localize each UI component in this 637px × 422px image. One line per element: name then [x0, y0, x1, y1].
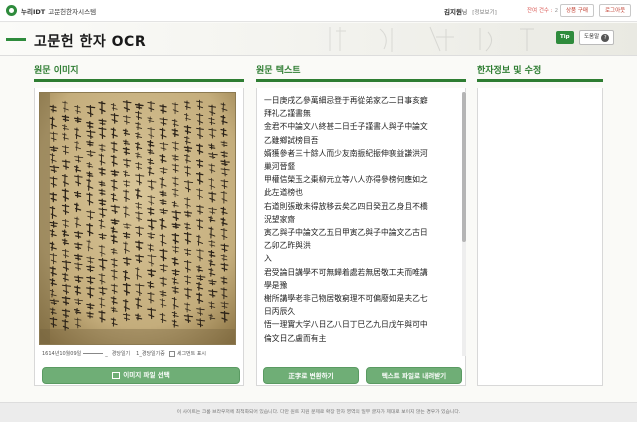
remaining-count: 잔여 건수 :2 — [527, 6, 558, 14]
segment-checkbox-label: 세그먼트 표시 — [176, 351, 207, 357]
caption-sep: _ — [105, 350, 108, 357]
tip-button[interactable]: Tip — [556, 31, 574, 44]
ocr-line[interactable]: 日丙辰久 — [264, 305, 460, 318]
ocr-line[interactable]: 乙卯乙昨與洪 — [264, 239, 460, 252]
text-column-bar — [256, 79, 466, 82]
select-image-file-button[interactable]: 이미지 파일 선택 — [42, 367, 240, 384]
info-column-bar — [477, 79, 603, 82]
image-column-heading: 원문 이미지 — [34, 66, 79, 76]
text-column-header: 원문 텍스트 — [256, 63, 466, 82]
download-text-file-button[interactable]: 텍스트 파일로 내려받기 — [366, 367, 462, 384]
ocr-scrollbar[interactable] — [462, 92, 466, 356]
user-info: 김지원님 [정보보기] — [444, 6, 497, 16]
image-column-header: 원문 이미지 — [34, 63, 244, 82]
help-button-label: 도움말 — [584, 34, 600, 40]
info-column-header: 한자정보 및 수정 — [477, 63, 603, 82]
ocr-line[interactable]: 巢河晉韰 — [264, 160, 460, 173]
select-image-file-label: 이미지 파일 선택 — [123, 371, 170, 379]
image-column-bar — [34, 79, 244, 82]
site-logo[interactable]: 누리IDT 고문헌한자시스템 — [6, 5, 96, 16]
text-column-heading: 원문 텍스트 — [256, 66, 301, 76]
user-info-link[interactable]: [정보보기] — [472, 10, 497, 16]
caption-volume: 1_경당일기증 — [136, 351, 165, 357]
image-icon — [112, 372, 121, 379]
caption-blank — [83, 353, 104, 354]
logout-button[interactable]: 로그아웃 — [599, 4, 632, 17]
ocr-line[interactable]: 右道則張敢未得放移云矣乙四日癸丑乙身且不橋 — [264, 200, 460, 213]
title-bar: 고문헌 한자 OCR Tip 도움말 ? — [0, 23, 637, 56]
ocr-scrollbar-thumb[interactable] — [462, 92, 466, 242]
manuscript-image[interactable] — [39, 92, 236, 345]
caption-date: 1614년10월09일 — [42, 351, 82, 357]
question-icon: ? — [601, 33, 610, 42]
ocr-line[interactable]: 入 — [264, 252, 460, 265]
page-title: 고문헌 한자 OCR — [34, 34, 147, 50]
ocr-line[interactable]: 婿獲參者三十餘人而少友南振紀振伸裵益謙洪河 — [264, 147, 460, 160]
ocr-line[interactable]: 悟一理實大学八日乙八日丁巳乙九日戊午與可中 — [264, 318, 460, 331]
title-accent-bar — [6, 38, 26, 41]
ocr-line[interactable]: 學是豫 — [264, 279, 460, 292]
manuscript-drawing — [40, 93, 235, 344]
footer-notice: 이 사이트는 크롬 브라우저에 최적화되어 있습니다. 다만 원트 지원 문제로… — [0, 402, 637, 422]
ocr-line[interactable]: 金君不中論文八終甚二日壬子謹書人與子中論文 — [264, 120, 460, 133]
info-column-heading: 한자정보 및 수정 — [477, 66, 542, 76]
system-name: 고문헌한자시스템 — [48, 7, 97, 16]
hanja-info-panel — [477, 88, 603, 386]
convert-standard-char-button[interactable]: 正字로 변환하기 — [263, 367, 359, 384]
user-name: 김지원 — [444, 8, 462, 16]
brand-name: 누리IDT — [21, 7, 46, 16]
remaining-count-value: 2 — [554, 8, 559, 14]
remaining-count-label: 잔여 건수 : — [527, 8, 553, 14]
help-button[interactable]: 도움말 ? — [579, 30, 615, 45]
segment-checkbox[interactable] — [168, 350, 175, 357]
ocr-line[interactable]: 拜礼乙謹書無 — [264, 107, 460, 120]
ocr-line[interactable]: 甲權信榮玉之棗柳元立等八人亦得參榜何應如之 — [264, 173, 460, 186]
ocr-line[interactable]: 況望家齋 — [264, 213, 460, 226]
ocr-line[interactable]: 榭所講學老非己物居敬窮理不可偏廢如是夫乙七 — [264, 292, 460, 305]
ocr-line[interactable]: 寅乙與子中論文乙五日甲寅乙與子中論文乙古日 — [264, 226, 460, 239]
buy-product-button[interactable]: 상품 구매 — [560, 4, 594, 17]
user-suffix: 님 — [461, 10, 468, 16]
ocr-line[interactable]: 倫文日乙盧而有主 — [264, 332, 460, 345]
logo-icon — [6, 5, 17, 16]
image-caption: 1614년10월09일 _ 경당일기 1_경당일기증 세그먼트 표시 — [42, 350, 242, 357]
ocr-text-area[interactable]: 一日庚戌乙參萬細忌登于再從弟家乙二日事亥癖 拜礼乙謹書無 金君不中論文八終甚二日壬子… — [264, 94, 460, 356]
ocr-line[interactable]: 一日庚戌乙參萬細忌登于再從弟家乙二日事亥癖 — [264, 94, 460, 107]
ocr-line[interactable]: 乙雖鄉試榜目吾 — [264, 134, 460, 147]
top-bar: 누리IDT 고문헌한자시스템 김지원님 [정보보기] 잔여 건수 :2 상품 구… — [0, 0, 637, 22]
caption-title: 경당일기 — [111, 351, 131, 357]
ocr-line[interactable]: 君受論日講學不可無歸着處若無居敬工夫而唯講 — [264, 266, 460, 279]
ocr-line[interactable]: 此左道榜也 — [264, 186, 460, 199]
